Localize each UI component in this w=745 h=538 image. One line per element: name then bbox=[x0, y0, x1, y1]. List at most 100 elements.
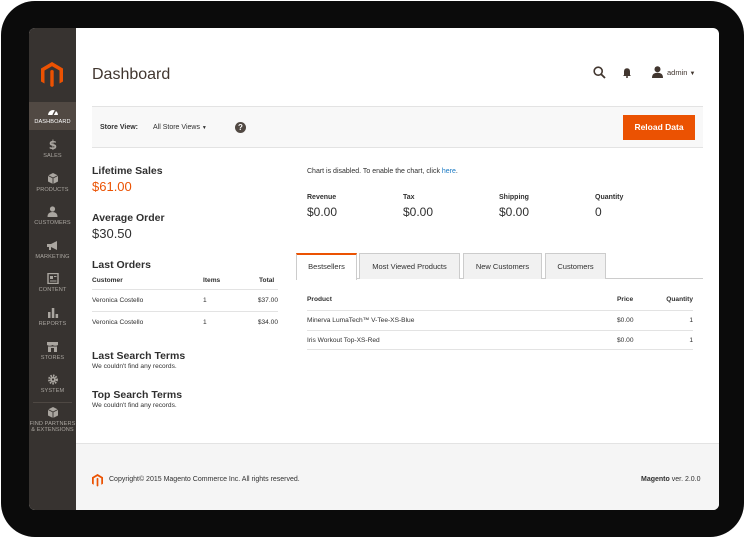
chevron-down-icon: ▼ bbox=[689, 71, 696, 77]
page-footer: Copyright© 2015 Magento Commerce Inc. Al… bbox=[76, 443, 719, 510]
chart-message-text: Chart is disabled. To enable the chart, … bbox=[307, 168, 442, 175]
order-items: 1 bbox=[203, 297, 207, 304]
user-icon[interactable] bbox=[652, 66, 663, 78]
order-customer: Veronica Costello bbox=[92, 297, 144, 304]
version-brand: Magento bbox=[641, 476, 670, 483]
sidebar-item-label: REPORTS bbox=[38, 321, 67, 327]
sidebar-item-system[interactable]: SYSTEM bbox=[29, 374, 76, 394]
sidebar-item-products[interactable]: PRODUCTS bbox=[29, 173, 76, 193]
column-header-total: Total bbox=[259, 277, 275, 284]
tax-label: Tax bbox=[403, 194, 415, 201]
chart-disabled-message: Chart is disabled. To enable the chart, … bbox=[307, 168, 458, 175]
column-header-product: Product bbox=[307, 296, 332, 303]
sidebar-item-partners[interactable]: FIND PARTNERS & EXTENSIONS bbox=[29, 407, 76, 433]
table-row[interactable]: Iris Workout Top-XS-Red $0.00 1 bbox=[307, 330, 693, 350]
customers-icon bbox=[47, 206, 58, 217]
bar-chart-icon bbox=[47, 308, 58, 318]
column-header-items: Items bbox=[203, 277, 221, 284]
sidebar-item-label: STORES bbox=[40, 355, 65, 361]
dashboard-icon bbox=[47, 110, 58, 116]
store-view-bar: Store View: All Store Views ▼ ? Reload D… bbox=[92, 106, 703, 148]
main-content: Dashboard admin ▼ Store View: All Store … bbox=[76, 28, 719, 510]
content-icon bbox=[46, 273, 59, 284]
search-icon[interactable] bbox=[593, 66, 606, 79]
sidebar-item-label: SYSTEM bbox=[40, 388, 65, 394]
revenue-value: $0.00 bbox=[307, 205, 338, 219]
svg-text:$: $ bbox=[48, 139, 56, 150]
sidebar-divider bbox=[33, 402, 72, 403]
sidebar-item-label: SALES bbox=[43, 153, 62, 159]
last-orders-title: Last Orders bbox=[92, 259, 151, 271]
tab-new-customers[interactable]: New Customers bbox=[463, 253, 542, 279]
table-row[interactable]: Minerva LumaTech™ V-Tee-XS-Blue $0.00 1 bbox=[307, 310, 693, 330]
top-search-terms-title: Top Search Terms bbox=[92, 389, 183, 401]
table-row[interactable]: Veronica Costello 1 $37.00 bbox=[92, 289, 278, 311]
megaphone-icon bbox=[47, 241, 57, 250]
admin-user-menu[interactable]: admin ▼ bbox=[667, 68, 695, 77]
sidebar-item-label: DASHBOARD bbox=[34, 119, 71, 125]
average-order-value: $30.50 bbox=[92, 226, 132, 241]
shipping-label: Shipping bbox=[499, 194, 529, 201]
tab-most-viewed-products[interactable]: Most Viewed Products bbox=[359, 253, 460, 279]
revenue-label: Revenue bbox=[307, 194, 337, 201]
version-number: ver. 2.0.0 bbox=[669, 476, 701, 483]
store-view-label: Store View: bbox=[100, 124, 138, 131]
product-quantity: 1 bbox=[689, 317, 693, 324]
quantity-label: Quantity bbox=[595, 194, 624, 201]
tab-bestsellers[interactable]: Bestsellers bbox=[296, 253, 357, 280]
magento-logo[interactable] bbox=[41, 62, 63, 88]
sidebar-item-sales[interactable]: $ SALES bbox=[29, 139, 76, 159]
sidebar-item-label-2: & EXTENSIONS bbox=[31, 427, 74, 433]
reload-data-button[interactable]: Reload Data bbox=[623, 115, 695, 140]
lifetime-sales-value: $61.00 bbox=[92, 179, 132, 194]
top-search-empty: We couldn't find any records. bbox=[92, 402, 177, 409]
store-view-select[interactable]: All Store Views ▼ bbox=[153, 124, 207, 131]
dashboard-tabs: Bestsellers Most Viewed Products New Cus… bbox=[296, 253, 703, 280]
store-icon bbox=[47, 342, 58, 352]
screen: DASHBOARD $ SALES PRODUCTS CUSTOMERS MAR… bbox=[29, 28, 719, 510]
column-header-price: Price bbox=[617, 296, 634, 303]
sidebar-item-content[interactable]: CONTENT bbox=[29, 273, 76, 293]
last-search-empty: We couldn't find any records. bbox=[92, 363, 177, 370]
store-view-value: All Store Views bbox=[153, 124, 200, 131]
order-items: 1 bbox=[203, 319, 207, 326]
admin-username: admin bbox=[667, 68, 688, 77]
tax-value: $0.00 bbox=[403, 205, 434, 219]
average-order-label: Average Order bbox=[92, 212, 165, 224]
version-text: Magento ver. 2.0.0 bbox=[641, 476, 701, 483]
sidebar-item-label: CUSTOMERS bbox=[34, 220, 71, 226]
magento-footer-logo bbox=[92, 474, 103, 487]
order-total: $34.00 bbox=[257, 319, 278, 326]
chevron-down-icon: ▼ bbox=[201, 125, 207, 131]
order-customer: Veronica Costello bbox=[92, 319, 144, 326]
column-header-customer: Customer bbox=[92, 277, 123, 284]
tab-customers[interactable]: Customers bbox=[545, 253, 606, 279]
dollar-icon: $ bbox=[48, 139, 56, 150]
bell-icon[interactable] bbox=[622, 67, 632, 78]
cube-icon bbox=[47, 173, 58, 184]
lifetime-sales-label: Lifetime Sales bbox=[92, 165, 163, 177]
column-header-quantity: Quantity bbox=[666, 296, 693, 303]
sidebar-item-marketing[interactable]: MARKETING bbox=[29, 240, 76, 260]
sidebar-item-customers[interactable]: CUSTOMERS bbox=[29, 206, 76, 226]
product-name: Minerva LumaTech™ V-Tee-XS-Blue bbox=[307, 317, 415, 324]
sidebar-item-reports[interactable]: REPORTS bbox=[29, 307, 76, 327]
product-price: $0.00 bbox=[617, 337, 634, 344]
tablet-frame: DASHBOARD $ SALES PRODUCTS CUSTOMERS MAR… bbox=[1, 1, 744, 537]
sidebar-item-label: PRODUCTS bbox=[36, 187, 69, 193]
shipping-value: $0.00 bbox=[499, 205, 530, 219]
product-name: Iris Workout Top-XS-Red bbox=[307, 337, 380, 344]
table-row[interactable]: Veronica Costello 1 $34.00 bbox=[92, 311, 278, 333]
product-quantity: 1 bbox=[689, 337, 693, 344]
page-title: Dashboard bbox=[92, 66, 171, 83]
chart-message-end: . bbox=[455, 168, 458, 175]
sidebar-item-stores[interactable]: STORES bbox=[29, 341, 76, 361]
order-total: $37.00 bbox=[257, 297, 278, 304]
help-icon[interactable]: ? bbox=[235, 122, 246, 133]
enable-chart-link[interactable]: here bbox=[442, 168, 456, 175]
sidebar-item-dashboard[interactable]: DASHBOARD bbox=[29, 102, 76, 130]
product-price: $0.00 bbox=[617, 317, 634, 324]
gear-icon bbox=[47, 374, 58, 385]
admin-sidebar: DASHBOARD $ SALES PRODUCTS CUSTOMERS MAR… bbox=[29, 28, 76, 510]
quantity-value: 0 bbox=[595, 205, 602, 219]
